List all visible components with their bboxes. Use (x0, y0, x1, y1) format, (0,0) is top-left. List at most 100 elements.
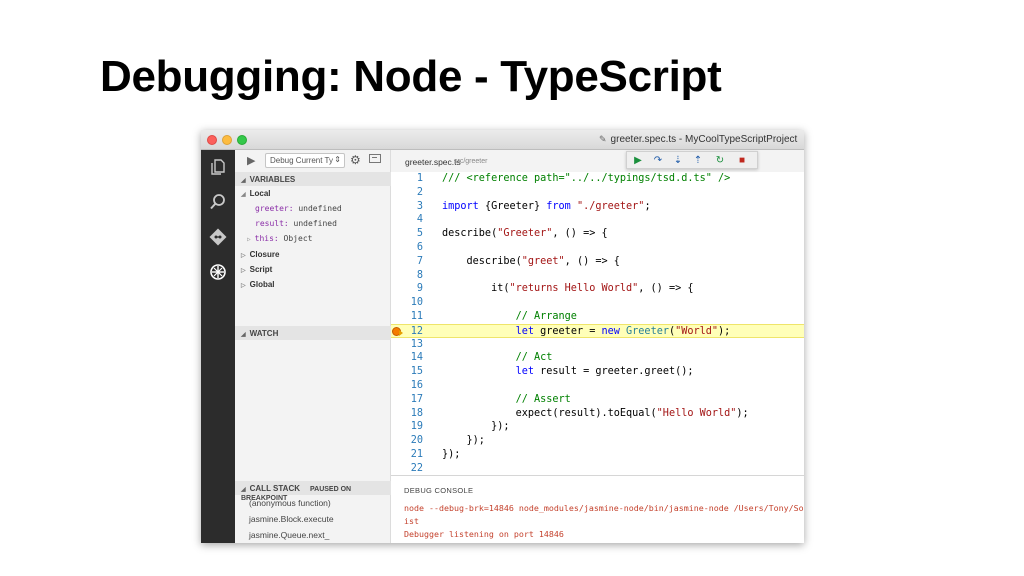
scope-local[interactable]: ◢ Local (241, 189, 271, 198)
code-line: 3 import {Greeter} from "./greeter"; (391, 200, 804, 214)
variable-row[interactable]: greeter: undefined (255, 204, 342, 213)
variable-value: Object (283, 234, 313, 243)
code-text: /// <reference path="../../typings/tsd.d… (442, 173, 731, 184)
search-icon[interactable] (208, 193, 228, 213)
gear-icon[interactable]: ⚙ (350, 153, 361, 167)
code-line: 1 /// <reference path="../../typings/tsd.… (391, 172, 804, 186)
line-number: 8 (416, 269, 423, 281)
explorer-icon[interactable] (208, 158, 228, 178)
line-number: 13 (410, 338, 423, 350)
restart-icon[interactable]: ↻ (713, 154, 727, 168)
code-text: import {Greeter} from "./greeter"; (442, 200, 651, 212)
variable-name: this: (254, 234, 279, 243)
line-number: 5 (416, 228, 423, 240)
scope-closure-label: Closure (249, 250, 280, 259)
launch-config-select[interactable]: Debug Current Ty ⇕ (265, 153, 345, 168)
debug-console-title[interactable]: DEBUG CONSOLE (404, 486, 473, 495)
line-number: 15 (410, 366, 423, 378)
line-number: 1 (416, 173, 423, 184)
code-line: 4 (391, 213, 804, 227)
console-output-line: node --debug-brk=14846 node_modules/jasm… (404, 503, 804, 513)
editor-tab[interactable]: greeter.spec.ts (405, 157, 461, 167)
caret-right-icon: ▷ (241, 268, 246, 274)
editor-tab-path: src/greeter (454, 158, 488, 165)
call-stack-section-header[interactable]: ◢ CALL STACK PAUSED ON BREAKPOINT (235, 481, 391, 502)
variable-row[interactable]: ▷ this: Object (247, 234, 312, 243)
scope-script[interactable]: ▷ Script (241, 265, 272, 274)
code-line: 2 (391, 186, 804, 200)
current-execution-line: 12 let greeter = new Greeter("World"); (391, 323, 804, 338)
code-line: 21}); (391, 448, 804, 462)
code-line: 19 }); (391, 420, 804, 434)
minimize-window-button[interactable] (222, 135, 232, 145)
code-text: }); (442, 435, 485, 447)
scope-local-label: Local (249, 189, 271, 198)
code-text: expect(result).toEqual("Hello World"); (442, 407, 749, 419)
editor-tab-bar: greeter.spec.ts src/greeter ▶ ↷ ⇣ ⇡ ↻ ■ (391, 150, 804, 172)
code-text: // Assert (515, 393, 571, 405)
watch-section-header[interactable]: ◢ WATCH (235, 326, 391, 340)
variable-value: undefined (293, 219, 337, 228)
line-number: 6 (416, 242, 423, 253)
code-line: 14 // Act (391, 351, 804, 365)
code-text: describe("greet", () => { (442, 255, 620, 267)
line-number: 22 (410, 462, 423, 474)
breakpoint-icon[interactable] (392, 326, 403, 336)
line-number: 21 (410, 449, 423, 460)
code-editor: greeter.spec.ts src/greeter ▶ ↷ ⇣ ⇡ ↻ ■ … (391, 150, 804, 475)
code-line: 11 // Arrange (391, 310, 804, 324)
window-title-text: greeter.spec.ts - MyCoolTypeScriptProjec… (610, 134, 798, 145)
step-out-icon[interactable]: ⇡ (691, 154, 705, 168)
code-line: 6 (391, 241, 804, 255)
window-title: ✎ greeter.spec.ts - MyCoolTypeScriptProje… (599, 134, 797, 145)
step-over-icon[interactable]: ↷ (651, 154, 665, 168)
console-output-line: ist (404, 516, 419, 526)
close-window-button[interactable] (207, 135, 217, 145)
git-icon[interactable] (208, 228, 228, 248)
start-debugging-icon[interactable]: ▶ (247, 154, 255, 167)
slide-title: Debugging: Node - TypeScript (100, 52, 722, 101)
code-line: 13 (391, 338, 804, 352)
title-bar: ✎ greeter.spec.ts - MyCoolTypeScriptProje… (201, 130, 804, 150)
line-number: 19 (410, 421, 423, 433)
code-text: // Arrange (515, 311, 577, 322)
stack-frame[interactable]: (anonymous function) (249, 498, 331, 508)
line-number: 10 (410, 297, 423, 309)
line-number: 11 (410, 311, 423, 322)
activity-bar (201, 150, 235, 543)
variable-name: result: (255, 219, 289, 228)
open-console-icon[interactable] (369, 154, 381, 163)
line-number: 7 (416, 255, 423, 267)
watch-title: WATCH (249, 329, 279, 338)
line-number: 17 (410, 393, 423, 405)
caret-down-icon: ◢ (241, 487, 246, 493)
code-text: let result = greeter.greet(); (515, 366, 694, 378)
continue-icon[interactable]: ▶ (631, 154, 645, 168)
maximize-window-button[interactable] (237, 135, 247, 145)
code-line: 18 expect(result).toEqual("Hello World")… (391, 407, 804, 421)
scope-script-label: Script (249, 265, 273, 274)
scope-closure[interactable]: ▷ Closure (241, 250, 279, 259)
code-line: 10 (391, 296, 804, 310)
debug-sidebar: ▶ Debug Current Ty ⇕ ⚙ ◢ VARIABLES ◢ Local… (235, 150, 391, 543)
vscode-window: ✎ greeter.spec.ts - MyCoolTypeScriptProje… (201, 130, 804, 543)
console-output-line: Debugger listening on port 14846 (404, 529, 564, 539)
line-number: 14 (410, 352, 423, 364)
code-line: 16 (391, 379, 804, 393)
debug-toolbar: ▶ Debug Current Ty ⇕ ⚙ (235, 150, 391, 172)
code-text: it("returns Hello World", () => { (442, 283, 694, 295)
line-number: 3 (416, 200, 423, 212)
stack-frame[interactable]: jasmine.Queue.next_ (249, 530, 329, 540)
code-text: }); (442, 449, 461, 460)
step-into-icon[interactable]: ⇣ (671, 154, 685, 168)
scope-global[interactable]: ▷ Global (241, 280, 275, 289)
variables-section-header[interactable]: ◢ VARIABLES (235, 172, 391, 186)
stop-icon[interactable]: ■ (735, 154, 749, 168)
variable-row[interactable]: result: undefined (255, 219, 337, 228)
caret-down-icon: ◢ (241, 192, 246, 198)
debug-icon[interactable] (208, 263, 228, 283)
code-area[interactable]: 1 /// <reference path="../../typings/tsd.… (391, 172, 804, 475)
typescript-file-icon: ✎ (599, 134, 607, 144)
stack-frame[interactable]: jasmine.Block.execute (249, 514, 334, 524)
code-line: 8 (391, 269, 804, 283)
